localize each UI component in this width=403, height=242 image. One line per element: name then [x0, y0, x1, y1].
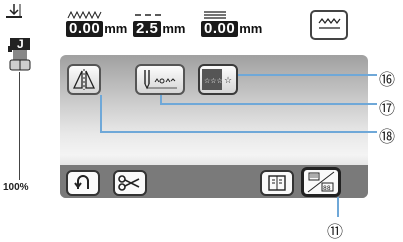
stitch-width-setting: 0.00 mm	[66, 10, 127, 38]
tension-icon	[201, 10, 262, 20]
callout-line-17	[160, 103, 377, 105]
presser-foot-icon: J	[7, 36, 33, 72]
callout-11: ⑪	[327, 222, 344, 241]
left-status-strip: J 100%	[0, 0, 50, 242]
tension-setting: 0.00 mm	[201, 10, 262, 38]
reverse-icon	[74, 175, 89, 189]
callout-vline-11	[337, 197, 339, 217]
stitch-length-unit: mm	[162, 21, 186, 36]
stitch-length-value: 2.5	[133, 21, 162, 37]
stitch-length-icon	[133, 10, 185, 20]
speed-indicator-bar	[19, 72, 20, 180]
twin-needle-icon	[144, 70, 177, 90]
stitch-length-setting: 2.5 mm	[133, 10, 185, 38]
zigzag-settings-button[interactable]	[310, 10, 348, 40]
callout-vline-17	[160, 95, 162, 105]
twin-needle-button[interactable]	[135, 64, 185, 95]
callout-17: ⑰	[379, 99, 396, 118]
callout-16: ⑯	[379, 70, 396, 89]
svg-text:88: 88	[323, 185, 331, 192]
mirror-image-button[interactable]	[67, 64, 101, 95]
stitch-mode-button[interactable]: 88	[301, 167, 341, 197]
needle-position-icon	[5, 3, 23, 19]
zigzag-width-icon	[66, 10, 127, 20]
mirror-image-icon	[72, 69, 96, 90]
callout-line-18	[100, 131, 377, 133]
pattern-select-button[interactable]: ☆☆☆ ☆	[198, 64, 238, 95]
svg-text:☆: ☆	[224, 76, 232, 86]
manual-icon	[268, 175, 286, 191]
speed-label: 100%	[3, 182, 29, 193]
tension-unit: mm	[239, 21, 263, 36]
callout-vline-18	[100, 95, 102, 133]
svg-text:☆☆☆: ☆☆☆	[204, 77, 223, 85]
thread-cut-button[interactable]	[113, 170, 147, 196]
stitch-width-value: 0.00	[66, 21, 104, 37]
reverse-stitch-button[interactable]	[66, 170, 100, 196]
tension-value: 0.00	[201, 21, 239, 37]
callout-18: ⑱	[379, 127, 396, 146]
manual-button[interactable]	[260, 170, 294, 196]
pattern-preview-icon: ☆☆☆ ☆	[202, 69, 232, 90]
callout-line-16	[238, 74, 377, 76]
stitch-width-unit: mm	[104, 21, 128, 36]
next-page-icon: 88	[307, 171, 335, 193]
scissors-icon	[118, 175, 140, 191]
presser-foot-letter: J	[17, 37, 24, 51]
zigzag-icon	[318, 18, 341, 29]
